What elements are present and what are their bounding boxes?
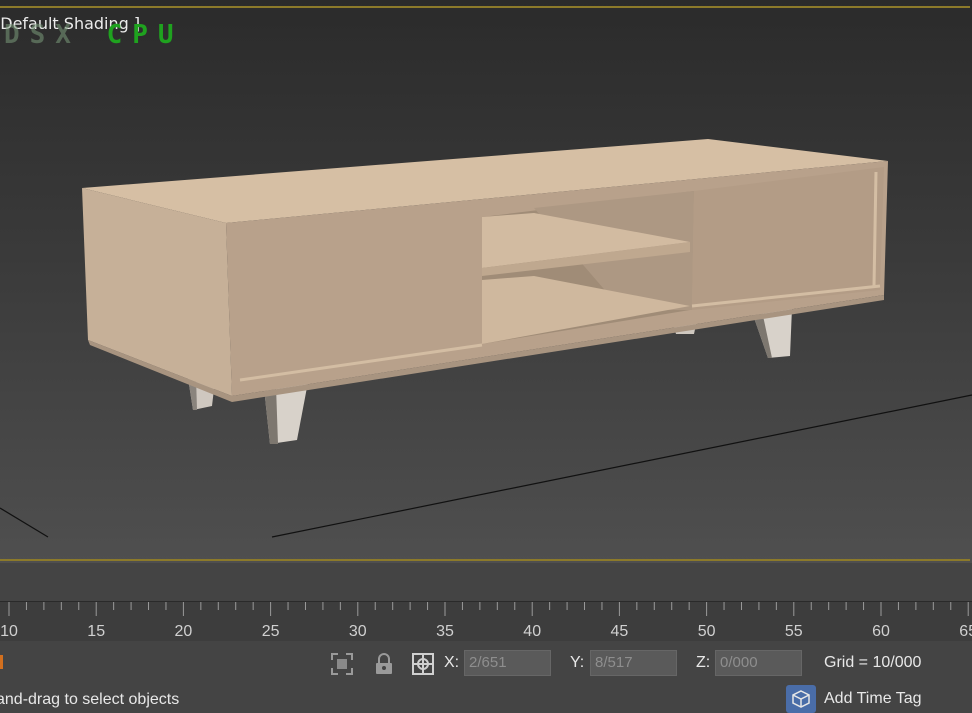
selection-lock-icon[interactable]	[330, 652, 354, 676]
timeline-tick-label: 15	[87, 623, 105, 640]
grid-size: Grid = 10/000	[824, 654, 922, 671]
timeline-track[interactable]: 10 15 20 25 30 35 40 45 50 55 60 65	[0, 601, 972, 642]
timeline-ruler: 10 15 20 25 30 35 40 45 50 55 60 65	[0, 602, 972, 640]
timeline-tick-label: 10	[0, 623, 18, 640]
lock-icon[interactable]	[372, 652, 396, 676]
timeline-tick-label: 25	[262, 623, 280, 640]
y-label: Y:	[570, 654, 585, 671]
z-label: Z:	[696, 654, 711, 671]
timeline-tick-label: 35	[436, 623, 454, 640]
status-bar: X: 2/651 Y: 8/517 Z: 0/000 Grid = 10/000…	[0, 641, 972, 713]
timeline-tick-label: 20	[175, 623, 193, 640]
renderer-prefix: DSX	[4, 20, 81, 50]
timeline-tick-label: 65	[959, 623, 972, 640]
add-time-tag-icon	[786, 685, 816, 713]
y-coordinate-field[interactable]: 8/517	[590, 650, 677, 676]
timeline-tick-label: 45	[611, 623, 629, 640]
timeline-tick-label: 60	[872, 623, 890, 640]
prompt-line: and-drag to select objects	[0, 691, 180, 708]
timeline-bar	[0, 563, 972, 603]
timeline-tick-label: 40	[523, 623, 541, 640]
timeline-tick-label: 50	[698, 623, 716, 640]
status-mark	[0, 655, 3, 669]
renderer-label: DSX CPU	[4, 20, 184, 50]
absolute-mode-icon[interactable]	[411, 652, 435, 676]
z-coordinate-field[interactable]: 0/000	[715, 650, 802, 676]
viewport[interactable]: [Default Shading ] DSX CPU	[0, 0, 972, 563]
add-time-tag-button[interactable]: Add Time Tag	[786, 685, 922, 713]
timeline-tick-label: 30	[349, 623, 367, 640]
renderer-name: CPU	[106, 20, 184, 50]
scene-render	[0, 139, 972, 538]
grid-line	[271, 394, 972, 538]
add-time-tag-label: Add Time Tag	[824, 690, 922, 707]
x-coordinate-field[interactable]: 2/651	[464, 650, 551, 676]
grid-line	[0, 507, 49, 538]
x-label: X:	[444, 654, 460, 671]
timeline-tick-label: 55	[785, 623, 803, 640]
tv-cabinet	[82, 139, 888, 402]
